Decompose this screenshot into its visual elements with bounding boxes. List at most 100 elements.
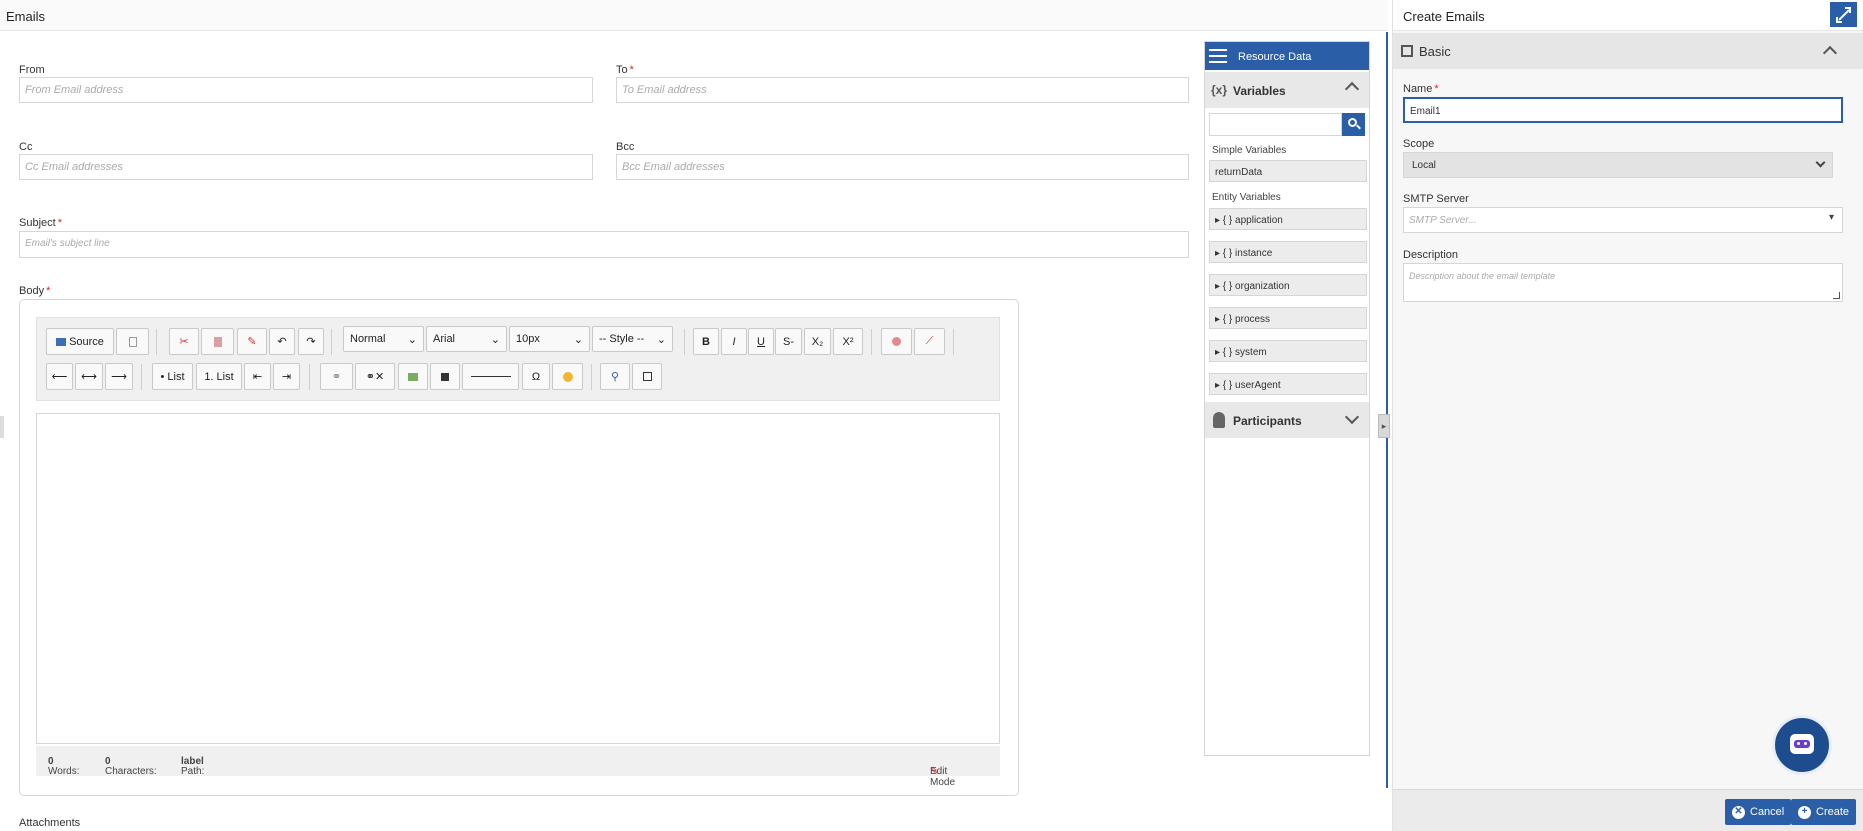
bcc-input[interactable]: Bcc Email addresses [616, 154, 1189, 180]
variables-icon: {x} [1211, 83, 1228, 97]
align-left-icon: ⟵ [51, 371, 68, 383]
align-right-button[interactable]: ⟶ [105, 363, 133, 390]
highlight-button[interactable]: ⟋ [914, 328, 945, 355]
resize-handle-icon[interactable] [1833, 292, 1840, 299]
chevron-down-icon: ⌄ [490, 333, 500, 346]
bold-button[interactable]: B [693, 328, 719, 355]
link-button[interactable]: ⚭ [320, 363, 353, 390]
chevron-down-icon [1815, 157, 1826, 168]
name-input[interactable]: Email1 [1403, 97, 1843, 123]
cancel-button[interactable]: ✕ Cancel [1725, 799, 1792, 825]
strikethrough-button[interactable]: S- [775, 328, 802, 355]
link-icon: ⚭ [331, 371, 342, 383]
indent-button[interactable]: ⇥ [273, 363, 300, 390]
entity-variable-item[interactable]: ▸ { } organization [1209, 274, 1367, 296]
toolbar-separator [684, 329, 685, 355]
resource-data-panel: Resource Data {x} Variables Simple Varia… [1204, 41, 1370, 756]
search-icon: ⚲ [610, 371, 620, 383]
entity-variable-item[interactable]: ▸ { } instance [1209, 241, 1367, 263]
basic-section-title: Basic [1419, 44, 1451, 59]
redo-icon: ↷ [306, 336, 316, 348]
cut-button[interactable]: ✂ [169, 328, 199, 355]
chatbot-button[interactable] [1772, 715, 1832, 775]
source-icon [56, 337, 67, 346]
editor-status-bar: Words: 0 Characters: 0 Path: label ✎ Edi… [36, 746, 1000, 788]
superscript-button[interactable]: X² [833, 328, 863, 355]
find-button[interactable]: ⚲ [600, 363, 630, 390]
preview-button[interactable] [116, 328, 149, 355]
image-button[interactable] [398, 363, 428, 390]
horizontal-line-button[interactable] [462, 363, 519, 390]
variables-title: Variables [1233, 84, 1286, 98]
font-size-select[interactable]: 10px ⌄ [509, 326, 590, 352]
underline-button[interactable]: U [748, 328, 774, 355]
editor-content-area[interactable] [36, 413, 1000, 744]
maximize-button[interactable] [632, 363, 662, 390]
description-textarea[interactable]: Description about the email template [1403, 263, 1843, 302]
source-button[interactable]: Source [46, 328, 114, 355]
subscript-button[interactable]: X₂ [804, 328, 831, 355]
form-icon [1401, 45, 1413, 57]
bcc-label: Bcc [616, 141, 635, 153]
align-center-button[interactable]: ⟷ [75, 363, 103, 390]
style-select[interactable]: -- Style -- ⌄ [592, 326, 673, 352]
left-collapse-handle[interactable] [0, 416, 4, 438]
from-label: From [19, 64, 45, 76]
variables-search-button[interactable] [1342, 113, 1365, 136]
participants-section-header[interactable]: Participants [1205, 402, 1369, 438]
create-emails-panel: Create Emails Basic Name * Email1 Scope L… [1392, 0, 1863, 831]
paste-button[interactable]: ✎ [237, 328, 267, 355]
undo-button[interactable]: ↶ [269, 328, 295, 355]
variables-search-input[interactable] [1209, 113, 1342, 136]
to-label: To * [616, 64, 634, 76]
resource-data-header[interactable]: Resource Data [1205, 42, 1369, 70]
page-header: Emails [0, 0, 1388, 31]
expand-button[interactable] [1830, 2, 1857, 27]
italic-button[interactable]: I [721, 328, 747, 355]
subject-input[interactable]: Email's subject line [19, 231, 1189, 258]
format-select[interactable]: Normal ⌄ [343, 326, 424, 352]
cc-input[interactable]: Cc Email addresses [19, 154, 593, 180]
special-char-button[interactable]: Ω [522, 363, 550, 390]
cut-icon: ✂ [179, 336, 189, 348]
toolbar-separator [331, 329, 332, 355]
toolbar-separator [953, 329, 954, 355]
chevron-down-icon: ⌄ [407, 333, 417, 346]
scope-select[interactable]: Local [1403, 152, 1833, 178]
smtp-server-select[interactable]: SMTP Server... ▾ [1403, 207, 1843, 233]
entity-variable-item[interactable]: ▸ { } system [1209, 340, 1367, 362]
bullet-list-button[interactable]: • List [152, 363, 193, 390]
basic-section-header[interactable]: Basic [1393, 33, 1863, 69]
entity-variable-item[interactable]: ▸ { } application [1209, 208, 1367, 230]
entity-variable-item[interactable]: ▸ { } process [1209, 307, 1367, 329]
paste-icon: ✎ [247, 336, 257, 348]
outdent-button[interactable]: ⇤ [244, 363, 271, 390]
unlink-button[interactable]: ⚭✕ [355, 363, 395, 390]
entity-variable-item[interactable]: ▸ { } userAgent [1209, 373, 1367, 395]
page-title: Emails [6, 9, 46, 24]
align-left-button[interactable]: ⟵ [46, 363, 73, 390]
variables-section-header[interactable]: {x} Variables [1205, 72, 1369, 108]
panel-collapse-handle[interactable]: ▸ [1378, 414, 1390, 438]
plus-icon: + [1798, 805, 1811, 819]
table-button[interactable] [430, 363, 460, 390]
image-icon [408, 372, 418, 381]
text-color-button[interactable] [881, 328, 912, 355]
create-button[interactable]: + Create [1791, 799, 1857, 825]
from-input[interactable]: From Email address [19, 77, 593, 103]
outdent-icon: ⇤ [252, 371, 263, 383]
copy-button[interactable] [201, 328, 234, 355]
redo-button[interactable]: ↷ [298, 328, 324, 355]
smiley-icon [562, 371, 573, 382]
variable-item[interactable]: returnData [1209, 160, 1367, 182]
expand-caret-icon: ▸ [1215, 248, 1221, 259]
indent-icon: ⇥ [281, 371, 292, 383]
close-icon: ✕ [1732, 805, 1745, 819]
name-label: Name * [1403, 83, 1439, 95]
to-input[interactable]: To Email address [616, 77, 1189, 103]
emoji-button[interactable] [552, 363, 583, 390]
font-select[interactable]: Arial ⌄ [426, 326, 507, 352]
numbered-list-button[interactable]: 1. List [196, 363, 242, 390]
description-label: Description [1403, 249, 1459, 261]
toolbar-separator [141, 364, 142, 390]
